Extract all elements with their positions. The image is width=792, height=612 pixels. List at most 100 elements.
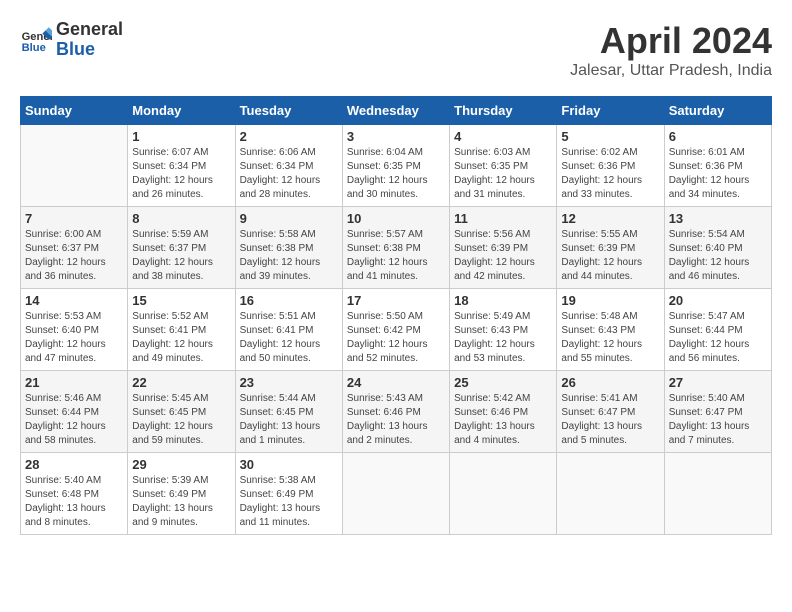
day-info: Sunrise: 5:58 AMSunset: 6:38 PMDaylight:… — [240, 228, 338, 284]
calendar-cell — [557, 453, 664, 535]
calendar-cell: 16Sunrise: 5:51 AMSunset: 6:41 PMDayligh… — [235, 289, 342, 371]
day-number: 25 — [454, 375, 552, 390]
logo-icon: General Blue — [20, 24, 52, 56]
day-number: 29 — [132, 457, 230, 472]
calendar-cell: 25 Sunrise: 5:42 AMSunset: 6:46 PMDayligh… — [450, 371, 557, 453]
day-info: Sunrise: 6:07 AMSunset: 6:34 PMDaylight:… — [132, 146, 230, 202]
day-info: Sunrise: 5:55 AMSunset: 6:39 PMDaylight:… — [561, 228, 659, 284]
day-header-wednesday: Wednesday — [342, 97, 449, 125]
calendar-cell — [21, 125, 128, 207]
day-number: 20 — [669, 293, 767, 308]
calendar-cell: 13 Sunrise: 5:54 AMSunset: 6:40 PMDayligh… — [664, 207, 771, 289]
day-header-sunday: Sunday — [21, 97, 128, 125]
calendar-cell: 21Sunrise: 5:46 AMSunset: 6:44 PMDayligh… — [21, 371, 128, 453]
calendar-cell: 11 Sunrise: 5:56 AMSunset: 6:39 PMDayligh… — [450, 207, 557, 289]
day-number: 9 — [240, 211, 338, 226]
calendar-week-4: 21Sunrise: 5:46 AMSunset: 6:44 PMDayligh… — [21, 371, 772, 453]
calendar-cell — [450, 453, 557, 535]
calendar-cell: 7Sunrise: 6:00 AMSunset: 6:37 PMDaylight… — [21, 207, 128, 289]
day-info: Sunrise: 5:57 AMSunset: 6:38 PMDaylight:… — [347, 228, 445, 284]
day-info: Sunrise: 5:54 AMSunset: 6:40 PMDaylight:… — [669, 228, 767, 284]
calendar-cell: 2 Sunrise: 6:06 AMSunset: 6:34 PMDaylight… — [235, 125, 342, 207]
day-number: 22 — [132, 375, 230, 390]
calendar-week-1: 1 Sunrise: 6:07 AMSunset: 6:34 PMDaylight… — [21, 125, 772, 207]
day-info: Sunrise: 5:44 AMSunset: 6:45 PMDaylight:… — [240, 392, 338, 448]
calendar-cell: 18 Sunrise: 5:49 AMSunset: 6:43 PMDayligh… — [450, 289, 557, 371]
day-info: Sunrise: 5:50 AMSunset: 6:42 PMDaylight:… — [347, 310, 445, 366]
day-number: 12 — [561, 211, 659, 226]
day-number: 21 — [25, 375, 123, 390]
day-header-monday: Monday — [128, 97, 235, 125]
calendar-week-3: 14Sunrise: 5:53 AMSunset: 6:40 PMDayligh… — [21, 289, 772, 371]
calendar-cell: 12 Sunrise: 5:55 AMSunset: 6:39 PMDayligh… — [557, 207, 664, 289]
title-area: April 2024 Jalesar, Uttar Pradesh, India — [570, 20, 772, 80]
calendar-cell: 20 Sunrise: 5:47 AMSunset: 6:44 PMDayligh… — [664, 289, 771, 371]
calendar-cell — [342, 453, 449, 535]
day-info: Sunrise: 5:39 AMSunset: 6:49 PMDaylight:… — [132, 474, 230, 530]
day-number: 13 — [669, 211, 767, 226]
day-info: Sunrise: 6:03 AMSunset: 6:35 PMDaylight:… — [454, 146, 552, 202]
day-number: 14 — [25, 293, 123, 308]
day-number: 19 — [561, 293, 659, 308]
day-header-saturday: Saturday — [664, 97, 771, 125]
calendar-cell: 29 Sunrise: 5:39 AMSunset: 6:49 PMDayligh… — [128, 453, 235, 535]
day-info: Sunrise: 5:43 AMSunset: 6:46 PMDaylight:… — [347, 392, 445, 448]
calendar-cell: 17Sunrise: 5:50 AMSunset: 6:42 PMDayligh… — [342, 289, 449, 371]
day-info: Sunrise: 6:06 AMSunset: 6:34 PMDaylight:… — [240, 146, 338, 202]
day-number: 8 — [132, 211, 230, 226]
day-info: Sunrise: 5:40 AMSunset: 6:48 PMDaylight:… — [25, 474, 123, 530]
day-info: Sunrise: 5:42 AMSunset: 6:46 PMDaylight:… — [454, 392, 552, 448]
calendar-cell: 30 Sunrise: 5:38 AMSunset: 6:49 PMDayligh… — [235, 453, 342, 535]
day-header-tuesday: Tuesday — [235, 97, 342, 125]
calendar-cell: 9 Sunrise: 5:58 AMSunset: 6:38 PMDaylight… — [235, 207, 342, 289]
day-info: Sunrise: 5:38 AMSunset: 6:49 PMDaylight:… — [240, 474, 338, 530]
day-number: 16 — [240, 293, 338, 308]
day-info: Sunrise: 5:48 AMSunset: 6:43 PMDaylight:… — [561, 310, 659, 366]
svg-text:Blue: Blue — [22, 42, 46, 54]
day-number: 2 — [240, 129, 338, 144]
calendar-cell: 27Sunrise: 5:40 AMSunset: 6:47 PMDayligh… — [664, 371, 771, 453]
day-info: Sunrise: 5:49 AMSunset: 6:43 PMDaylight:… — [454, 310, 552, 366]
day-header-thursday: Thursday — [450, 97, 557, 125]
calendar-table: SundayMondayTuesdayWednesdayThursdayFrid… — [20, 96, 772, 535]
day-number: 18 — [454, 293, 552, 308]
day-info: Sunrise: 5:40 AMSunset: 6:47 PMDaylight:… — [669, 392, 767, 448]
day-header-friday: Friday — [557, 97, 664, 125]
calendar-week-2: 7Sunrise: 6:00 AMSunset: 6:37 PMDaylight… — [21, 207, 772, 289]
calendar-cell: 4 Sunrise: 6:03 AMSunset: 6:35 PMDaylight… — [450, 125, 557, 207]
day-number: 10 — [347, 211, 445, 226]
day-number: 11 — [454, 211, 552, 226]
month-title: April 2024 — [570, 20, 772, 62]
day-info: Sunrise: 5:56 AMSunset: 6:39 PMDaylight:… — [454, 228, 552, 284]
day-info: Sunrise: 5:47 AMSunset: 6:44 PMDaylight:… — [669, 310, 767, 366]
day-number: 15 — [132, 293, 230, 308]
calendar-cell: 5Sunrise: 6:02 AMSunset: 6:36 PMDaylight… — [557, 125, 664, 207]
day-number: 6 — [669, 129, 767, 144]
day-number: 4 — [454, 129, 552, 144]
calendar-week-5: 28Sunrise: 5:40 AMSunset: 6:48 PMDayligh… — [21, 453, 772, 535]
logo: General Blue GeneralBlue — [20, 20, 123, 60]
page-header: General Blue GeneralBlue April 2024 Jale… — [20, 20, 772, 80]
calendar-cell: 26Sunrise: 5:41 AMSunset: 6:47 PMDayligh… — [557, 371, 664, 453]
logo-text: GeneralBlue — [56, 20, 123, 60]
calendar-cell: 1 Sunrise: 6:07 AMSunset: 6:34 PMDaylight… — [128, 125, 235, 207]
day-info: Sunrise: 5:59 AMSunset: 6:37 PMDaylight:… — [132, 228, 230, 284]
day-number: 5 — [561, 129, 659, 144]
day-info: Sunrise: 6:01 AMSunset: 6:36 PMDaylight:… — [669, 146, 767, 202]
calendar-cell: 19 Sunrise: 5:48 AMSunset: 6:43 PMDayligh… — [557, 289, 664, 371]
calendar-cell: 22Sunrise: 5:45 AMSunset: 6:45 PMDayligh… — [128, 371, 235, 453]
day-number: 1 — [132, 129, 230, 144]
calendar-cell: 14Sunrise: 5:53 AMSunset: 6:40 PMDayligh… — [21, 289, 128, 371]
calendar-cell: 28Sunrise: 5:40 AMSunset: 6:48 PMDayligh… — [21, 453, 128, 535]
day-number: 24 — [347, 375, 445, 390]
calendar-cell: 24 Sunrise: 5:43 AMSunset: 6:46 PMDayligh… — [342, 371, 449, 453]
calendar-cell: 10 Sunrise: 5:57 AMSunset: 6:38 PMDayligh… — [342, 207, 449, 289]
day-number: 30 — [240, 457, 338, 472]
calendar-cell: 23 Sunrise: 5:44 AMSunset: 6:45 PMDayligh… — [235, 371, 342, 453]
day-number: 23 — [240, 375, 338, 390]
day-info: Sunrise: 5:52 AMSunset: 6:41 PMDaylight:… — [132, 310, 230, 366]
day-number: 26 — [561, 375, 659, 390]
calendar-cell — [664, 453, 771, 535]
location: Jalesar, Uttar Pradesh, India — [570, 62, 772, 80]
calendar-cell: 15 Sunrise: 5:52 AMSunset: 6:41 PMDayligh… — [128, 289, 235, 371]
